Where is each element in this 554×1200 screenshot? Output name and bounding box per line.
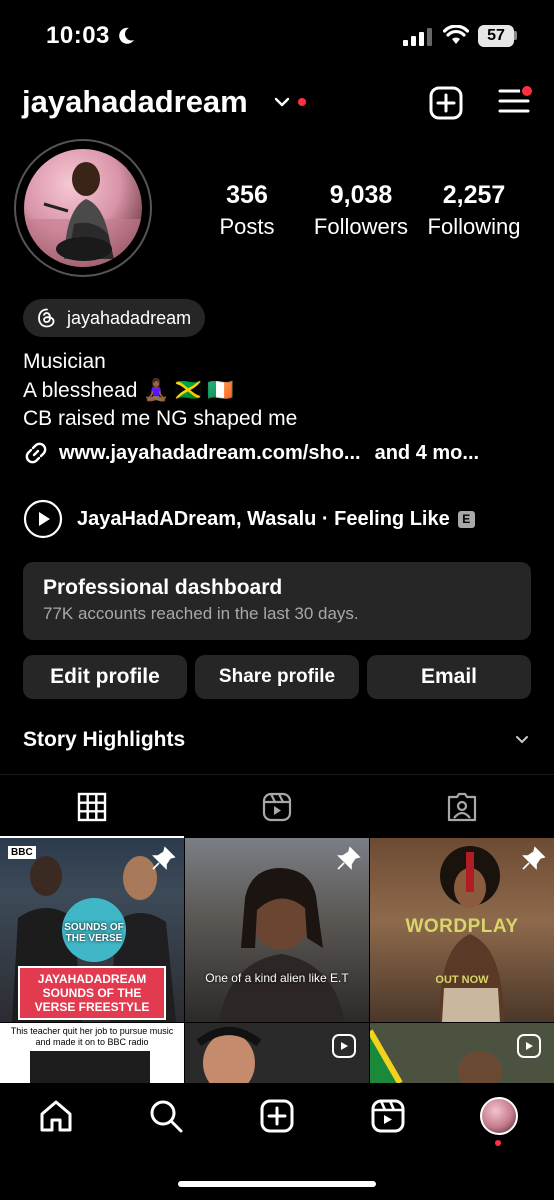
battery-tip	[514, 31, 517, 40]
search-icon[interactable]	[148, 1098, 184, 1134]
bio-line-1: Musician	[23, 350, 106, 373]
profile-music[interactable]: JayaHadADream, Wasalu · Feeling Like E	[23, 499, 475, 539]
create-post-icon[interactable]	[259, 1098, 295, 1134]
professional-dashboard[interactable]: Professional dashboard 77K accounts reac…	[23, 562, 531, 640]
stat-following[interactable]: 2,257 Following	[422, 180, 526, 242]
dashboard-title: Professional dashboard	[43, 576, 283, 599]
username-title[interactable]: jayahadadream	[22, 84, 248, 120]
reel-badge-icon	[332, 1034, 356, 1058]
home-icon[interactable]	[38, 1098, 74, 1134]
following-count: 2,257	[442, 181, 506, 209]
chevron-down-icon[interactable]	[514, 734, 530, 746]
avatar-photo	[24, 162, 142, 267]
stat-posts[interactable]: 356 Posts	[207, 180, 287, 242]
story-highlights-title[interactable]: Story Highlights	[23, 728, 185, 752]
reel-badge-icon	[517, 1034, 541, 1058]
tagged-icon[interactable]	[446, 792, 478, 822]
grid-post-4[interactable]: This teacher quit her job to pursue musi…	[0, 1023, 184, 1083]
grid-post-2[interactable]: One of a kind alien like E.T	[185, 838, 369, 1022]
posts-count: 356	[226, 181, 268, 209]
grid-post-6[interactable]	[370, 1023, 554, 1083]
link-icon	[25, 442, 47, 464]
explicit-badge: E	[457, 510, 475, 528]
pinned-icon	[152, 846, 176, 870]
sounds-of-the-verse-badge: SOUNDS OF THE VERSE	[64, 922, 124, 944]
status-time: 10:03	[46, 22, 110, 49]
pinned-icon	[337, 846, 361, 870]
grid-post-5[interactable]	[185, 1023, 369, 1083]
following-label: Following	[427, 214, 521, 239]
notification-dot	[298, 98, 306, 106]
menu-notification-dot	[520, 84, 534, 98]
grid-post-3[interactable]: WORDPLAY OUT NOW	[370, 838, 554, 1022]
bio-line-2: A blesshead 🧘🏾‍♀️ 🇯🇲 🇮🇪	[23, 379, 234, 402]
bio-line-3: CB raised me NG shaped me	[23, 407, 298, 430]
reels-icon[interactable]	[262, 792, 292, 822]
pinned-icon	[522, 846, 546, 870]
edit-profile-button[interactable]: Edit profile	[23, 655, 187, 699]
profile-tab-avatar[interactable]	[480, 1097, 518, 1135]
reels-icon[interactable]	[370, 1098, 406, 1134]
dashboard-subtitle: 77K accounts reached in the last 30 days…	[43, 604, 359, 623]
profile-notification-dot	[495, 1140, 501, 1146]
followers-label: Followers	[313, 214, 409, 239]
post-subcaption: OUT NOW	[435, 974, 489, 986]
play-icon[interactable]	[23, 499, 63, 539]
bio-link[interactable]: www.jayahadadream.com/sho... and 4 mo...	[23, 440, 479, 466]
chevron-down-icon[interactable]	[274, 96, 290, 108]
post-caption-overlay: One of a kind alien like E.T	[205, 971, 349, 985]
link-more[interactable]: and 4 mo...	[375, 442, 479, 465]
link-url[interactable]: www.jayahadadream.com/sho...	[59, 442, 361, 465]
create-post-icon[interactable]	[429, 86, 463, 120]
moon-icon	[119, 27, 134, 44]
wifi-icon	[443, 25, 469, 44]
post-thumbnail	[30, 1051, 150, 1083]
grid-icon[interactable]	[77, 792, 107, 822]
threads-handle: jayahadadream	[67, 307, 192, 328]
reel-badge-icon	[150, 1039, 172, 1061]
posts-label: Posts	[219, 214, 275, 239]
followers-count: 9,038	[329, 181, 393, 209]
divider	[0, 774, 554, 775]
home-indicator[interactable]	[178, 1181, 376, 1187]
threads-badge[interactable]: jayahadadream	[23, 299, 206, 337]
battery-indicator: 57	[478, 25, 514, 47]
avatar[interactable]	[24, 149, 142, 267]
music-track: JayaHadADream, Wasalu · Feeling Like	[77, 507, 450, 530]
grid-post-1[interactable]: BBC SOUNDS OF THE VERSE JAYAHADADREAM SO…	[0, 838, 184, 1022]
cellular-signal-icon	[403, 28, 432, 46]
stat-followers[interactable]: 9,038 Followers	[306, 180, 416, 242]
threads-icon	[38, 308, 55, 328]
email-button[interactable]: Email	[367, 655, 531, 699]
post-caption-overlay: WORDPLAY	[405, 916, 519, 937]
share-profile-button[interactable]: Share profile	[195, 655, 359, 699]
post-caption-overlay: JAYAHADADREAM SOUNDS OF THE VERSE FREEST…	[18, 966, 166, 1020]
